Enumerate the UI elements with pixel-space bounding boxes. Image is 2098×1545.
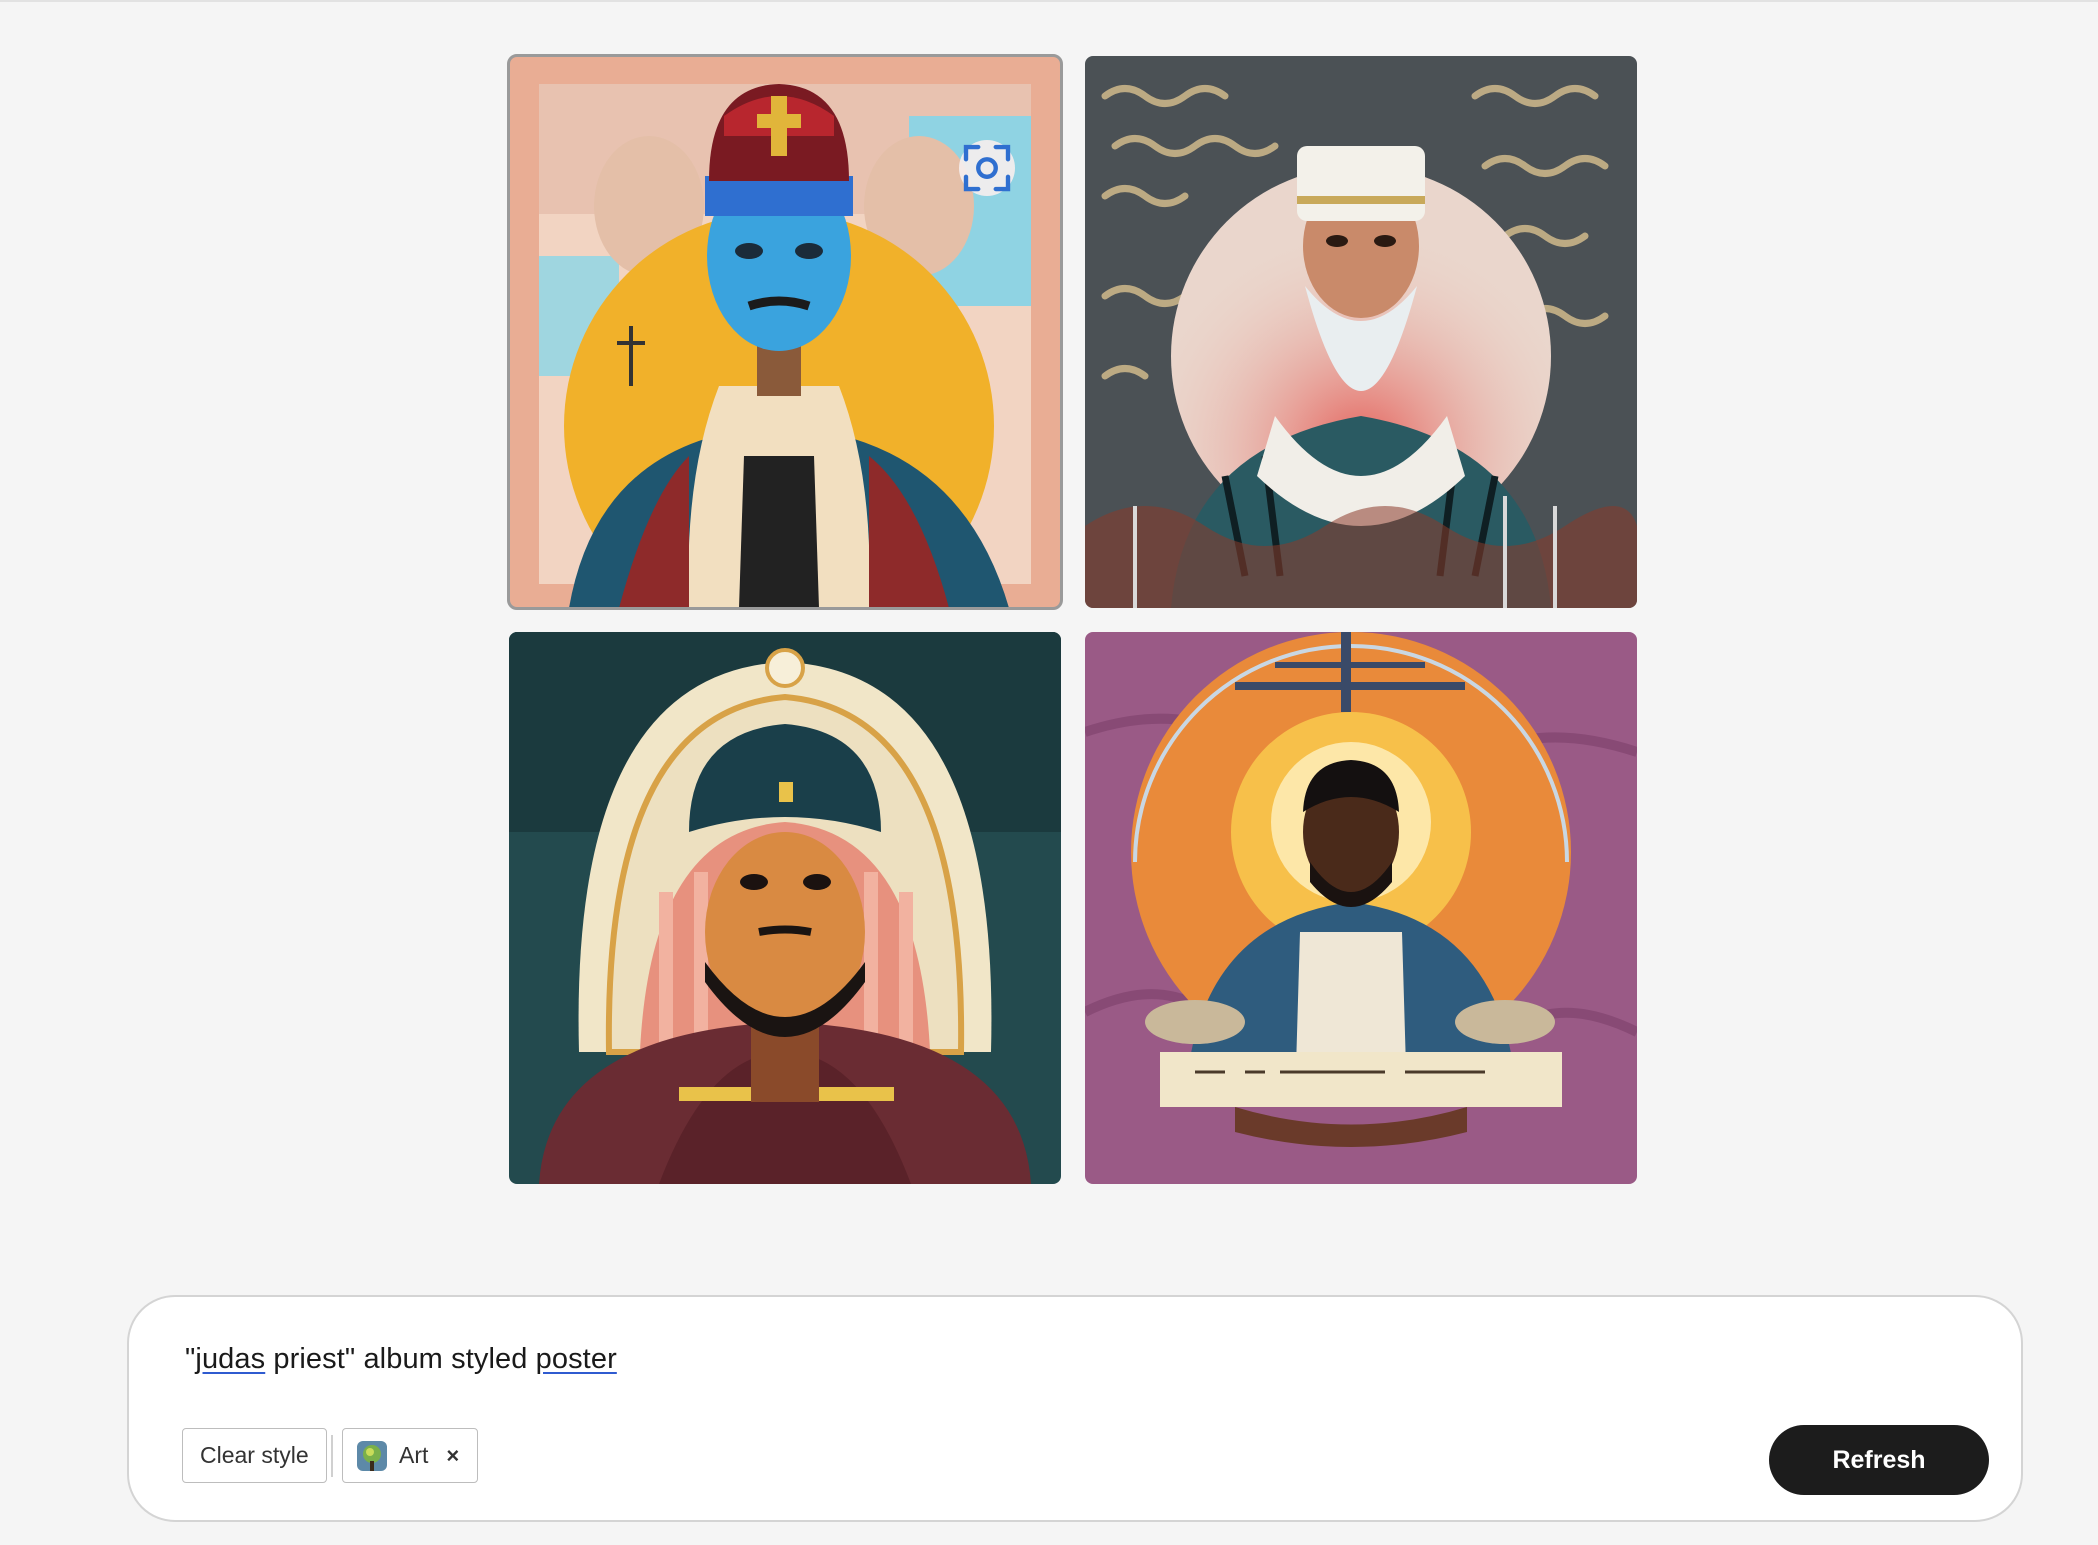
refresh-button[interactable]: Refresh [1769, 1425, 1989, 1495]
clear-style-label: Clear style [200, 1442, 309, 1468]
generated-image-4[interactable] [1085, 632, 1637, 1184]
prompt-text-word-judas: judas [195, 1343, 266, 1375]
generated-image-2[interactable] [1085, 56, 1637, 608]
prompt-bar: "judas priest" album styled poster Clear… [127, 1295, 2023, 1522]
chip-divider [331, 1435, 333, 1477]
image-gallery [507, 54, 1639, 1186]
prompt-text-word-poster: poster [535, 1343, 617, 1375]
zoom-focus-button[interactable] [959, 140, 1015, 196]
zoom-focus-icon [963, 144, 1011, 192]
remove-style-icon[interactable]: × [446, 1443, 459, 1469]
clear-style-button[interactable]: Clear style [182, 1428, 327, 1483]
prompt-text-middle: priest" album styled [265, 1343, 536, 1375]
style-chip-label: Art [399, 1442, 429, 1468]
art-style-thumbnail-icon [357, 1440, 387, 1471]
style-chip-art[interactable]: Art × [342, 1428, 478, 1483]
generated-image-1[interactable] [507, 54, 1063, 610]
prompt-text-quote: " [185, 1343, 196, 1375]
generated-image-3[interactable] [509, 632, 1061, 1184]
prompt-input[interactable]: "judas priest" album styled poster [185, 1343, 617, 1376]
top-divider [0, 0, 2098, 2]
